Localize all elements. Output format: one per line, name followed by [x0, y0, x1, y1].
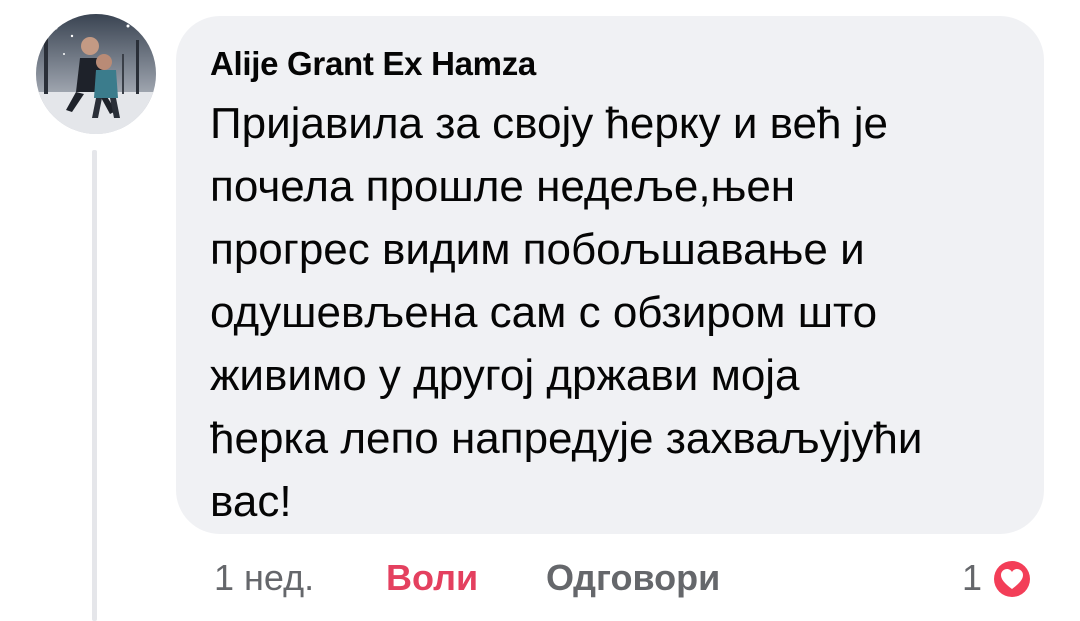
thread-line: [92, 150, 97, 621]
avatar-photo: [36, 14, 156, 134]
comment-text: Пријавила за своју ћерку и већ је почела…: [210, 99, 923, 526]
like-button[interactable]: Воли: [386, 553, 478, 603]
comment-bubble[interactable]: Alije Grant Ex Hamza Пријавила за своју …: [176, 16, 1044, 534]
heart-icon[interactable]: [990, 557, 1034, 601]
comment-actions: 1 нед. Воли Одговори 1: [0, 553, 1080, 603]
comment-author[interactable]: Alije Grant Ex Hamza: [210, 44, 1008, 84]
comment-timestamp[interactable]: 1 нед.: [214, 553, 314, 603]
reaction-count[interactable]: 1: [962, 553, 982, 603]
reply-button[interactable]: Одговори: [546, 553, 720, 603]
avatar[interactable]: [36, 14, 156, 134]
